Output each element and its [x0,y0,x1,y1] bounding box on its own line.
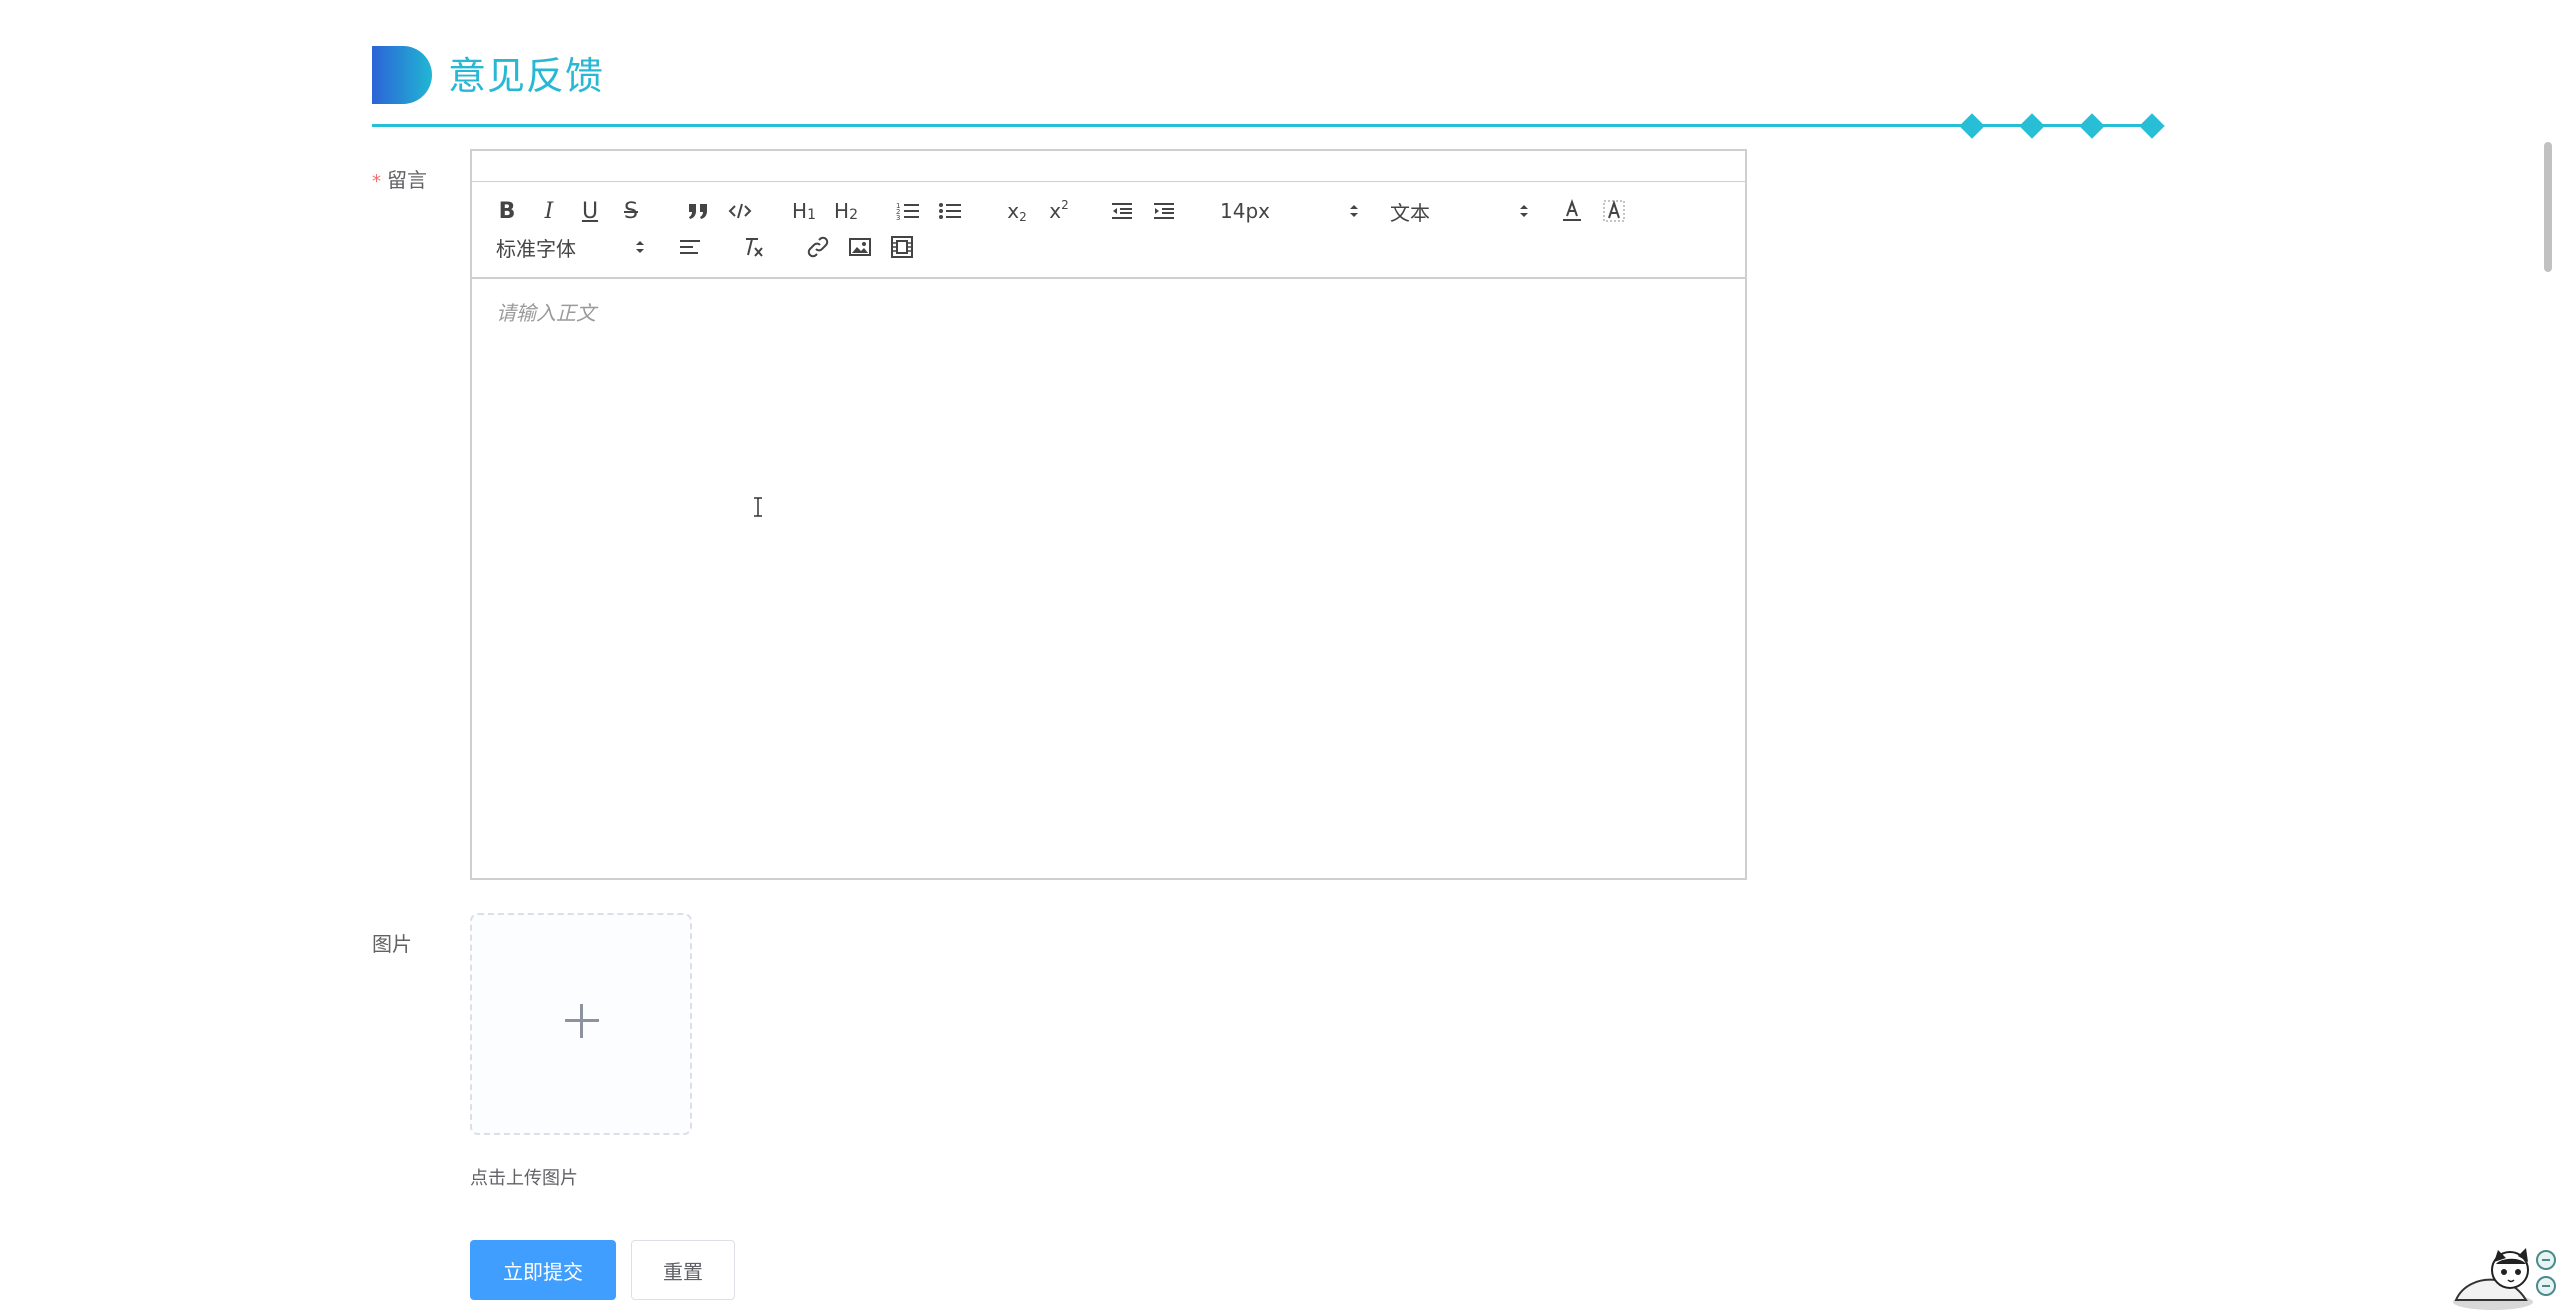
page-title: 意见反馈 [448,54,605,98]
heading-select-value: 文本 [1390,200,1430,225]
mascot-widget-icon[interactable] [2448,1240,2560,1312]
font-family-select[interactable]: 标准字体 [496,232,646,262]
reset-button[interactable]: 重置 [631,1240,735,1300]
italic-icon[interactable]: I [536,196,562,226]
plus-icon-vertical [580,1004,583,1038]
select-arrows-icon [636,241,644,253]
editor-top-bar [472,151,1745,182]
clear-format-icon[interactable] [740,232,768,262]
select-arrows-icon [1350,205,1358,217]
indent-icon[interactable] [1150,196,1178,226]
image-upload-button[interactable] [470,913,692,1135]
background-color-icon[interactable] [1600,196,1628,226]
required-mark: * [372,171,381,192]
strikethrough-icon[interactable]: S [618,196,644,226]
rich-text-editor: B I U S H1 H2 123 x2 x2 14px 文本 标准字体 请输入… [470,149,1747,880]
image-label: 图片 [372,932,412,956]
align-icon[interactable] [676,232,704,262]
font-size-select[interactable]: 14px [1220,196,1360,226]
svg-text:3: 3 [896,214,900,221]
header-divider [372,124,2162,127]
header-1-icon[interactable]: H1 [788,196,820,226]
underline-icon[interactable]: U [577,196,603,226]
select-arrows-icon [1520,205,1528,217]
ordered-list-icon[interactable]: 123 [894,196,922,226]
editor-toolbar: B I U S H1 H2 123 x2 x2 14px 文本 标准字体 [472,182,1745,279]
submit-button[interactable]: 立即提交 [470,1240,616,1300]
feedback-page: 意见反馈 * 留言 B I U S H1 H2 123 x 2 x 2 14px… [0,0,2560,1312]
link-icon[interactable] [804,232,832,262]
font-size-value: 14px [1220,199,1270,223]
page-scrollbar[interactable] [2544,142,2552,272]
header-2-icon[interactable]: H2 [830,196,862,226]
code-block-icon[interactable] [726,196,754,226]
outdent-icon[interactable] [1108,196,1136,226]
superscript-icon[interactable]: x2 [1044,196,1074,226]
divider-diamond [2079,113,2105,139]
section-logo [372,46,432,104]
upload-tip: 点击上传图片 [470,1168,578,1189]
heading-select[interactable]: 文本 [1390,196,1530,226]
subscript-icon[interactable]: x2 [1002,196,1032,226]
message-label-text: 留言 [387,168,427,192]
divider-diamond [1959,113,1985,139]
font-family-value: 标准字体 [496,236,576,261]
blockquote-icon[interactable] [684,196,712,226]
bold-icon[interactable]: B [494,196,520,226]
bullet-list-icon[interactable] [936,196,964,226]
text-cursor-icon [754,497,762,517]
image-icon[interactable] [846,232,874,262]
editor-content-area[interactable]: 请输入正文 [472,279,1745,877]
editor-placeholder: 请输入正文 [496,301,596,325]
divider-diamond [2139,113,2165,139]
message-label: * 留言 [372,166,427,196]
divider-diamond [2019,113,2045,139]
font-color-icon[interactable] [1558,196,1586,226]
video-icon[interactable] [888,232,916,262]
